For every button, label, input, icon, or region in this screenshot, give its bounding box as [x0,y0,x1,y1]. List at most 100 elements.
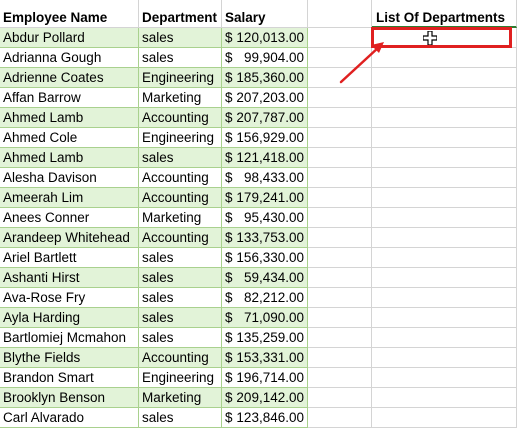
empty-cell[interactable] [308,408,372,428]
empty-cell[interactable] [308,268,372,288]
empty-cell[interactable] [308,368,372,388]
employee-name-cell[interactable]: Ashanti Hirst [0,268,139,288]
empty-cell[interactable] [308,168,372,188]
department-cell[interactable]: Accounting [139,188,222,208]
department-cell[interactable]: Engineering [139,368,222,388]
salary-cell[interactable]: $120,013.00 [222,28,308,48]
empty-cell[interactable] [372,68,517,88]
header-employee-name[interactable]: Employee Name [0,8,139,28]
department-cell[interactable]: Accounting [139,168,222,188]
empty-cell[interactable] [308,328,372,348]
employee-name-cell[interactable]: Ariel Bartlett [0,248,139,268]
salary-cell[interactable]: $99,904.00 [222,48,308,68]
empty-cell[interactable] [372,48,517,68]
employee-name-cell[interactable]: Brooklyn Benson [0,388,139,408]
department-cell[interactable]: sales [139,248,222,268]
salary-cell[interactable]: $156,929.00 [222,128,308,148]
employee-name-cell[interactable]: Arandeep Whitehead [0,228,139,248]
header-salary[interactable]: Salary [222,8,308,28]
empty-cell[interactable] [308,128,372,148]
salary-cell[interactable]: $71,090.00 [222,308,308,328]
employee-name-cell[interactable]: Bartlomiej Mcmahon [0,328,139,348]
empty-cell[interactable] [308,28,372,48]
employee-name-cell[interactable]: Adrianna Gough [0,48,139,68]
column-header-d[interactable] [308,0,372,8]
employee-name-cell[interactable]: Adrienne Coates [0,68,139,88]
department-cell[interactable]: sales [139,308,222,328]
employee-name-cell[interactable]: Carl Alvarado [0,408,139,428]
empty-cell[interactable] [308,308,372,328]
department-cell[interactable]: sales [139,148,222,168]
employee-name-cell[interactable]: Ayla Harding [0,308,139,328]
department-cell[interactable]: sales [139,288,222,308]
department-cell[interactable]: sales [139,28,222,48]
empty-cell[interactable] [308,208,372,228]
empty-cell[interactable] [372,248,517,268]
empty-cell[interactable] [372,148,517,168]
salary-cell[interactable]: $185,360.00 [222,68,308,88]
empty-cell[interactable] [308,248,372,268]
employee-name-cell[interactable]: Ahmed Cole [0,128,139,148]
empty-cell[interactable] [308,148,372,168]
empty-cell[interactable] [308,388,372,408]
empty-cell[interactable] [372,88,517,108]
department-cell[interactable]: Engineering [139,68,222,88]
column-header-b[interactable] [139,0,222,8]
empty-cell[interactable] [308,8,372,28]
salary-cell[interactable]: $207,787.00 [222,108,308,128]
empty-cell[interactable] [308,228,372,248]
empty-cell[interactable] [372,168,517,188]
department-cell[interactable]: sales [139,48,222,68]
salary-cell[interactable]: $196,714.00 [222,368,308,388]
department-cell[interactable]: Marketing [139,88,222,108]
empty-cell[interactable] [308,188,372,208]
salary-cell[interactable]: $156,330.00 [222,248,308,268]
empty-cell[interactable] [308,68,372,88]
empty-cell[interactable] [372,388,517,408]
employee-name-cell[interactable]: Ameerah Lim [0,188,139,208]
department-cell[interactable]: Accounting [139,108,222,128]
salary-cell[interactable]: $98,433.00 [222,168,308,188]
department-cell[interactable]: Marketing [139,208,222,228]
empty-cell[interactable] [372,108,517,128]
salary-cell[interactable]: $121,418.00 [222,148,308,168]
empty-cell[interactable] [372,408,517,428]
department-cell[interactable]: Accounting [139,228,222,248]
salary-cell[interactable]: $207,203.00 [222,88,308,108]
employee-name-cell[interactable]: Blythe Fields [0,348,139,368]
salary-cell[interactable]: $82,212.00 [222,288,308,308]
salary-cell[interactable]: $59,434.00 [222,268,308,288]
department-cell[interactable]: sales [139,408,222,428]
employee-name-cell[interactable]: Brandon Smart [0,368,139,388]
header-list-of-departments[interactable]: List Of Departments [372,8,517,28]
empty-cell[interactable] [372,288,517,308]
empty-cell[interactable] [308,108,372,128]
department-cell[interactable]: sales [139,328,222,348]
employee-name-cell[interactable]: Ahmed Lamb [0,148,139,168]
empty-cell[interactable] [308,288,372,308]
department-cell[interactable]: sales [139,268,222,288]
salary-cell[interactable]: $179,241.00 [222,188,308,208]
column-header-e[interactable] [372,0,517,8]
empty-cell[interactable] [372,128,517,148]
empty-cell[interactable] [372,348,517,368]
department-cell[interactable]: Marketing [139,388,222,408]
header-department[interactable]: Department [139,8,222,28]
employee-name-cell[interactable]: Ava-Rose Fry [0,288,139,308]
salary-cell[interactable]: $123,846.00 [222,408,308,428]
employee-name-cell[interactable]: Abdur Pollard [0,28,139,48]
empty-cell[interactable] [372,328,517,348]
empty-cell[interactable] [308,48,372,68]
salary-cell[interactable]: $135,259.00 [222,328,308,348]
salary-cell[interactable]: $95,430.00 [222,208,308,228]
empty-cell[interactable] [372,308,517,328]
empty-cell[interactable] [308,88,372,108]
column-header-a[interactable] [0,0,139,8]
employee-name-cell[interactable]: Alesha Davison [0,168,139,188]
salary-cell[interactable]: $209,142.00 [222,388,308,408]
empty-cell[interactable] [372,208,517,228]
department-cell[interactable]: Accounting [139,348,222,368]
empty-cell[interactable] [308,348,372,368]
employee-name-cell[interactable]: Anees Conner [0,208,139,228]
employee-name-cell[interactable]: Ahmed Lamb [0,108,139,128]
